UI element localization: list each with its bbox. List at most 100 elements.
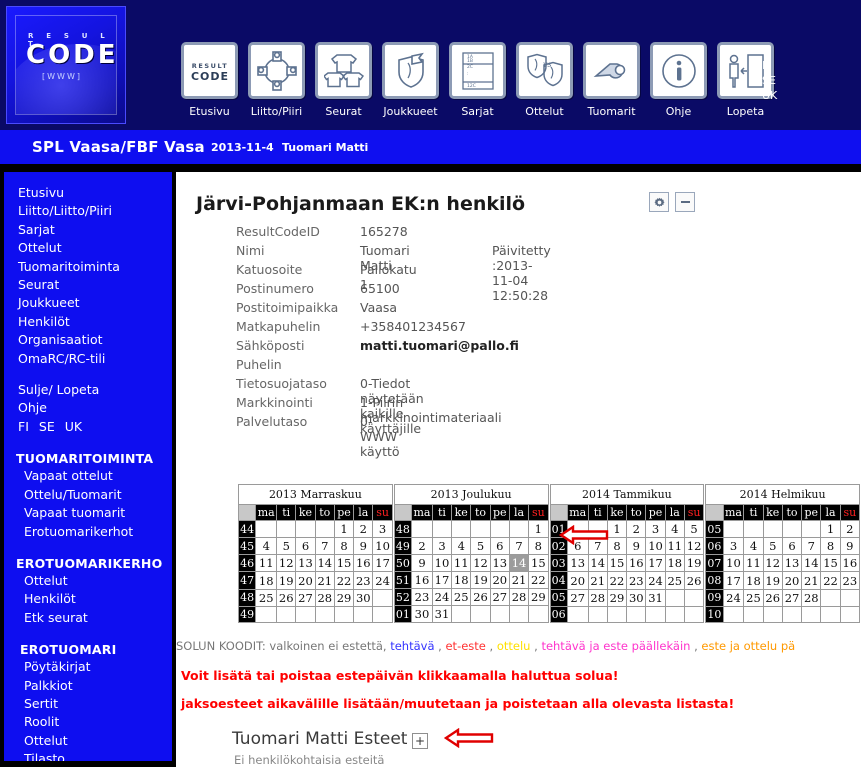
- header-lang-se[interactable]: SE: [762, 73, 777, 88]
- sidebar-item-organisaatiot[interactable]: Organisaatiot: [4, 331, 172, 349]
- calendar-day-cell[interactable]: 6: [566, 537, 589, 556]
- calendar-day-cell[interactable]: 2: [353, 519, 374, 539]
- calendar-day-cell[interactable]: 28: [314, 588, 335, 607]
- calendar-day-cell[interactable]: 5: [276, 537, 297, 556]
- calendar-day-cell[interactable]: 27: [781, 588, 803, 607]
- calendar-day-cell[interactable]: 29: [528, 588, 549, 606]
- header-lang-fi[interactable]: FI: [762, 58, 777, 73]
- calendar-day-cell[interactable]: 3: [431, 537, 453, 555]
- sidebar-item-etk-henkilot[interactable]: Henkilöt: [4, 590, 172, 608]
- calendar-day-cell[interactable]: 14: [508, 554, 530, 572]
- calendar-day-cell[interactable]: 4: [451, 537, 472, 555]
- sidebar-item-liitto-piiri[interactable]: Liitto/Liitto/Piiri: [4, 202, 172, 220]
- sidebar-item-tuomaritoiminta[interactable]: Tuomaritoiminta: [4, 258, 172, 276]
- calendar-day-cell[interactable]: 18: [664, 554, 685, 573]
- calendar-day-cell[interactable]: 21: [587, 571, 608, 590]
- calendar-day-cell[interactable]: 16: [411, 571, 433, 589]
- calendar-day-cell[interactable]: 20: [566, 571, 589, 590]
- calendar-day-cell[interactable]: 20: [489, 571, 510, 589]
- calendar-day-cell[interactable]: 15: [528, 554, 549, 572]
- calendar-day-cell[interactable]: 11: [743, 554, 764, 573]
- sidebar-item-henkilot[interactable]: Henkilöt: [4, 313, 172, 331]
- calendar-day-cell[interactable]: 20: [295, 571, 316, 590]
- calendar-day-cell[interactable]: 5: [762, 537, 783, 556]
- calendar-day-cell[interactable]: 17: [372, 554, 393, 573]
- calendar-day-cell[interactable]: 22: [820, 571, 841, 590]
- calendar-day-cell[interactable]: 3: [645, 519, 666, 539]
- calendar-day-cell[interactable]: 14: [314, 554, 335, 573]
- minus-icon[interactable]: [675, 192, 695, 212]
- calendar-day-cell[interactable]: 9: [839, 537, 861, 556]
- calendar-day-cell[interactable]: 9: [353, 537, 374, 556]
- sidebar-item-seurat[interactable]: Seurat: [4, 276, 172, 294]
- calendar-day-cell[interactable]: 4: [743, 537, 764, 556]
- sidebar-item-omarc[interactable]: OmaRC/RC-tili: [4, 350, 172, 368]
- calendar-day-cell[interactable]: 27: [295, 588, 316, 607]
- sidebar-item-ottelut[interactable]: Ottelut: [4, 239, 172, 257]
- sidebar-item-vapaat-tuomarit[interactable]: Vapaat tuomarit: [4, 504, 172, 522]
- calendar-day-cell[interactable]: 13: [566, 554, 589, 573]
- calendar-day-cell[interactable]: 11: [664, 537, 685, 556]
- sidebar-item-sarjat[interactable]: Sarjat: [4, 221, 172, 239]
- calendar-day-cell[interactable]: 5: [470, 537, 491, 555]
- sidebar-item-erotuomarikerhot[interactable]: Erotuomarikerhot: [4, 523, 172, 541]
- calendar-day-cell[interactable]: 25: [451, 588, 472, 606]
- nav-item-liitto-piiri[interactable]: Liitto/Piiri: [245, 42, 308, 118]
- calendar-day-cell[interactable]: 24: [722, 588, 745, 607]
- detail-value-email[interactable]: matti.tuomari@pallo.fi: [360, 338, 519, 353]
- calendar-day-cell[interactable]: 8: [820, 537, 841, 556]
- sidebar-lang-uk[interactable]: UK: [65, 419, 82, 434]
- calendar-day-cell[interactable]: 29: [333, 588, 355, 607]
- calendar-day-cell[interactable]: 23: [626, 571, 647, 590]
- calendar-day-cell[interactable]: 28: [587, 588, 608, 607]
- calendar-day-cell[interactable]: 28: [801, 588, 822, 607]
- calendar-day-cell[interactable]: 30: [353, 588, 374, 607]
- calendar-day-cell[interactable]: 2: [626, 519, 647, 539]
- calendar-day-cell[interactable]: 1: [820, 519, 841, 539]
- calendar-day-cell[interactable]: 27: [566, 588, 589, 607]
- calendar-day-cell[interactable]: 24: [431, 588, 453, 606]
- calendar-day-cell[interactable]: 30: [626, 588, 647, 607]
- calendar-day-cell[interactable]: 29: [606, 588, 628, 607]
- sidebar-item-roolit[interactable]: Roolit: [4, 713, 172, 731]
- calendar-day-cell[interactable]: 16: [353, 554, 374, 573]
- calendar-day-cell[interactable]: 28: [508, 588, 530, 606]
- calendar-day-cell[interactable]: 17: [431, 571, 453, 589]
- nav-item-etusivu[interactable]: RESULT CODE Etusivu: [178, 42, 241, 118]
- calendar-day-cell[interactable]: 11: [255, 554, 278, 573]
- calendar-day-cell[interactable]: 10: [722, 554, 745, 573]
- calendar-day-cell[interactable]: 10: [645, 537, 666, 556]
- nav-item-ottelut[interactable]: vs Ottelut: [513, 42, 576, 118]
- calendar-day-cell[interactable]: 22: [606, 571, 628, 590]
- calendar-day-cell[interactable]: 4: [664, 519, 685, 539]
- calendar-day-cell[interactable]: 26: [276, 588, 297, 607]
- calendar-day-cell[interactable]: 25: [255, 588, 278, 607]
- calendar-day-cell[interactable]: 15: [606, 554, 628, 573]
- calendar-day-cell[interactable]: 12: [762, 554, 783, 573]
- sidebar-item-ottelu-tuomarit[interactable]: Ottelu/Tuomarit: [4, 486, 172, 504]
- calendar-day-cell[interactable]: 2: [411, 537, 433, 555]
- calendar-day-cell[interactable]: 1: [606, 519, 628, 539]
- calendar-day-cell[interactable]: 4: [255, 537, 278, 556]
- nav-item-seurat[interactable]: Seurat: [312, 42, 375, 118]
- calendar-day-cell[interactable]: 30: [411, 605, 433, 623]
- calendar-day-cell[interactable]: 6: [295, 537, 316, 556]
- calendar-day-cell[interactable]: 6: [489, 537, 510, 555]
- header-lang-uk[interactable]: UK: [762, 88, 777, 103]
- calendar-day-cell[interactable]: 21: [314, 571, 335, 590]
- calendar-day-cell[interactable]: 14: [587, 554, 608, 573]
- calendar-day-cell[interactable]: 24: [372, 571, 393, 590]
- nav-item-sarjat[interactable]: 1A 1B 2C : 12C Sarjat: [446, 42, 509, 118]
- calendar-day-cell[interactable]: 13: [295, 554, 316, 573]
- calendar-day-cell[interactable]: 12: [276, 554, 297, 573]
- calendar-day-cell[interactable]: 8: [528, 537, 549, 555]
- calendar-day-cell[interactable]: 7: [587, 537, 608, 556]
- calendar-day-cell[interactable]: 25: [743, 588, 764, 607]
- calendar-day-cell[interactable]: 20: [781, 571, 803, 590]
- calendar-day-cell[interactable]: 16: [626, 554, 647, 573]
- sidebar-lang-fi[interactable]: FI: [18, 419, 29, 434]
- calendar-day-cell[interactable]: 15: [820, 554, 841, 573]
- calendar-day-cell[interactable]: 7: [314, 537, 335, 556]
- calendar-day-cell[interactable]: 19: [276, 571, 297, 590]
- nav-item-ohje[interactable]: Ohje: [647, 42, 710, 118]
